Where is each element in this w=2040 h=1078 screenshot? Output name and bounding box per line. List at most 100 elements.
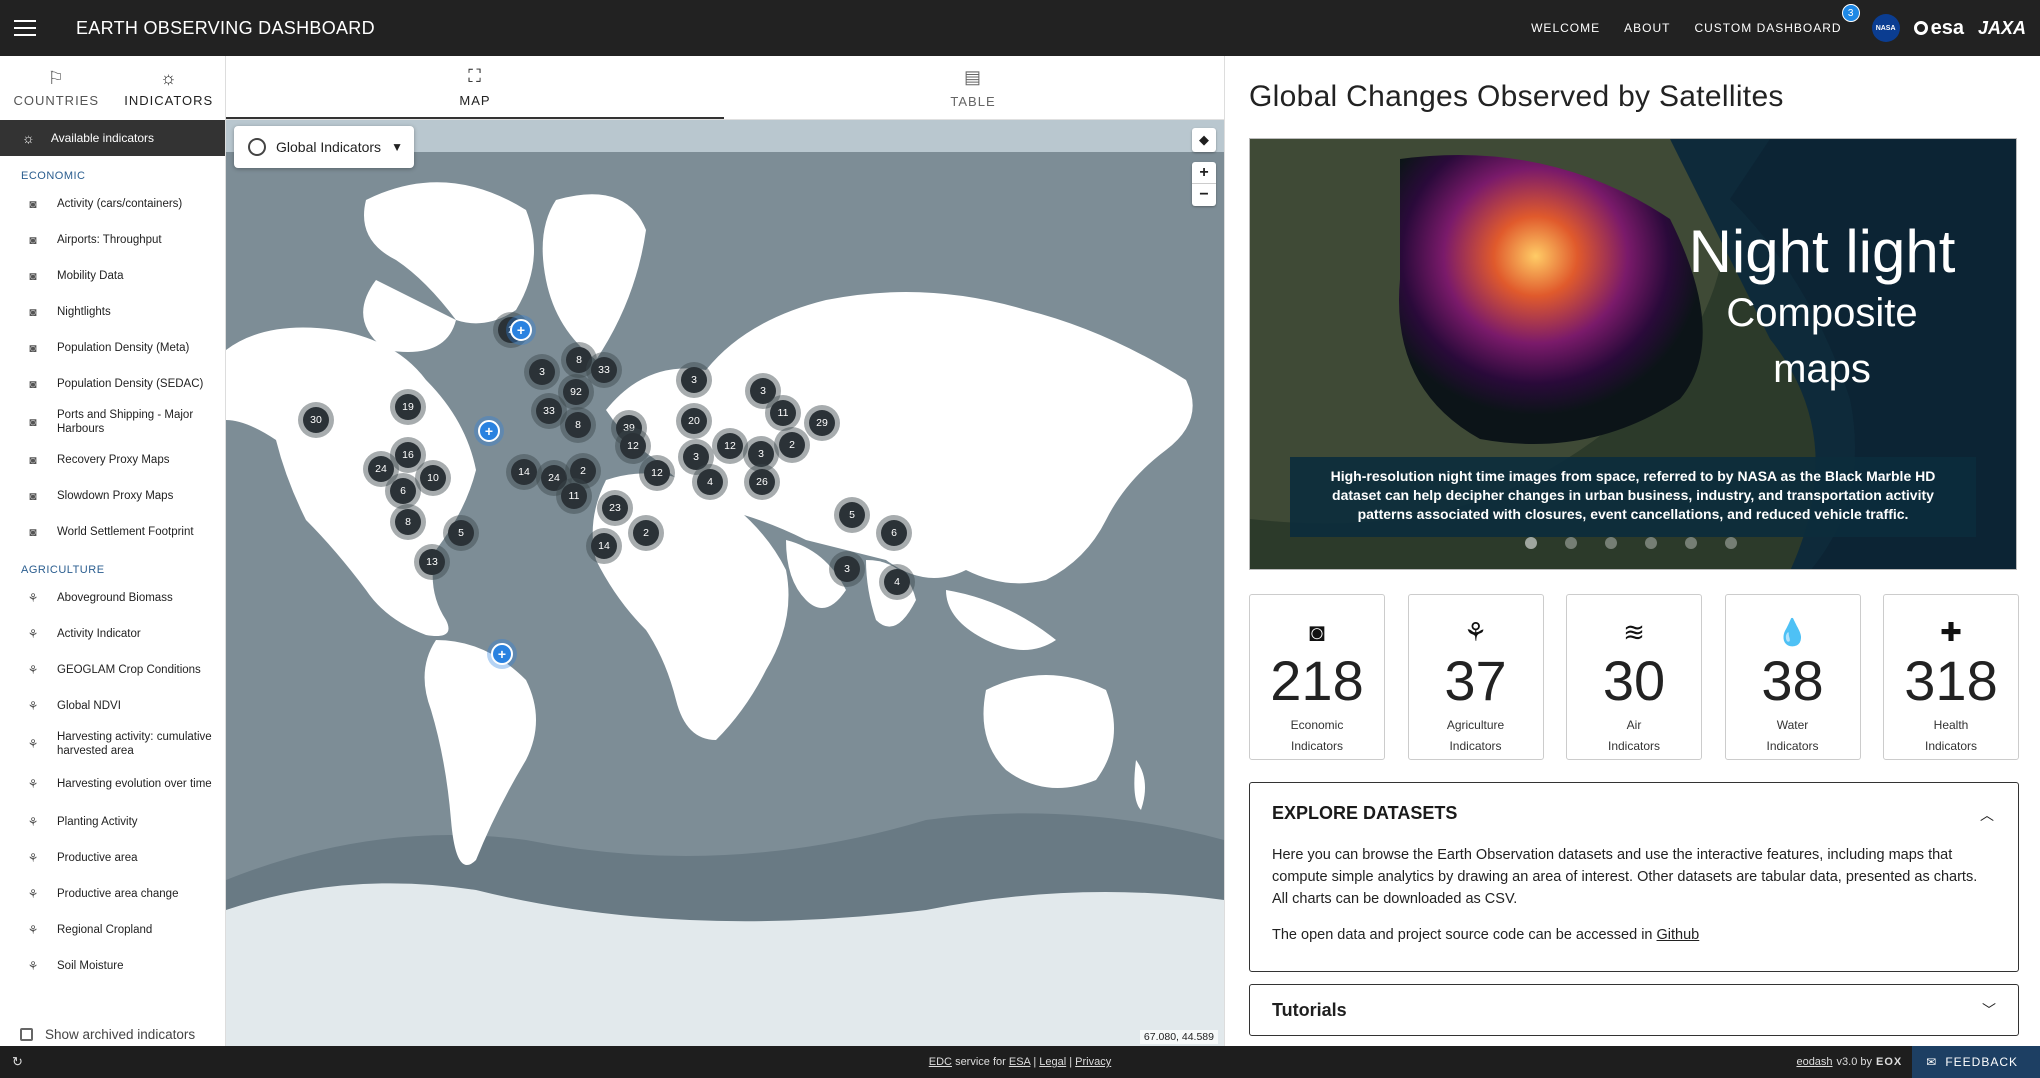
indicator-item[interactable]: ⚘ Soil Moisture: [0, 948, 225, 984]
indicator-item[interactable]: ⚘ Planting Activity: [0, 804, 225, 840]
map-cluster-marker[interactable]: 19: [395, 394, 421, 420]
legal-link[interactable]: Legal: [1039, 1056, 1066, 1068]
indicator-item[interactable]: ⚘ Activity Indicator: [0, 616, 225, 652]
map-cluster-marker[interactable]: 12: [620, 433, 646, 459]
map-cluster-marker[interactable]: 6: [881, 520, 907, 546]
map-cluster-marker[interactable]: 5: [448, 520, 474, 546]
indicator-item[interactable]: ◙ Recovery Proxy Maps: [0, 442, 225, 478]
map-cluster-marker[interactable]: 92: [563, 379, 589, 405]
indicator-item[interactable]: ◙ Mobility Data: [0, 258, 225, 294]
esa-logo[interactable]: esa: [1913, 17, 1964, 40]
map-cluster-marker[interactable]: 12: [644, 460, 670, 486]
menu-icon[interactable]: [14, 20, 36, 36]
indicator-item[interactable]: ⚘ Productive area change: [0, 876, 225, 912]
edc-link[interactable]: EDC: [929, 1056, 952, 1068]
map-cluster-marker[interactable]: 8: [566, 347, 592, 373]
zoom-out-button[interactable]: −: [1192, 184, 1216, 206]
map-cluster-marker[interactable]: 11: [770, 400, 796, 426]
map-cluster-marker[interactable]: 29: [809, 410, 835, 436]
world-map[interactable]: Global Indicators ▼ ◆ + − 67.080, 44.589…: [226, 120, 1224, 1046]
indicator-count-card[interactable]: ⚘ 37 Agriculture Indicators: [1407, 594, 1544, 760]
indicator-item[interactable]: ◙ Population Density (Meta): [0, 330, 225, 366]
nightlight-banner[interactable]: Night light Composite maps High-resoluti…: [1249, 138, 2017, 570]
map-cluster-marker[interactable]: 30: [303, 407, 329, 433]
indicator-item[interactable]: ⚘ Global NDVI: [0, 688, 225, 724]
show-archived-toggle[interactable]: Show archived indicators: [20, 1027, 195, 1042]
indicator-item[interactable]: ◙ Airports: Throughput: [0, 222, 225, 258]
map-cluster-marker[interactable]: 10: [420, 465, 446, 491]
indicator-item[interactable]: ⚘ Harvesting activity: cumulative harvest…: [0, 724, 225, 764]
zoom-in-button[interactable]: +: [1192, 162, 1216, 184]
indicator-count-card[interactable]: 💧 38 Water Indicators: [1724, 594, 1861, 760]
archived-checkbox[interactable]: [20, 1028, 33, 1041]
indicator-item[interactable]: ⚘ GEOGLAM Crop Conditions: [0, 652, 225, 688]
map-cluster-marker[interactable]: 16: [395, 442, 421, 468]
jaxa-logo[interactable]: JAXA: [1978, 18, 2026, 39]
carousel-dot[interactable]: [1725, 537, 1737, 549]
indicator-item[interactable]: ⚘ Productive area: [0, 840, 225, 876]
map-cluster-marker[interactable]: 4: [697, 469, 723, 495]
map-cluster-marker[interactable]: 8: [565, 412, 591, 438]
indicator-count-card[interactable]: ✚ 318 Health Indicators: [1883, 594, 2019, 760]
feedback-button[interactable]: ✉ FEEDBACK: [1912, 1046, 2040, 1078]
map-cluster-marker[interactable]: 14: [511, 459, 537, 485]
map-cluster-marker[interactable]: 33: [591, 357, 617, 383]
eox-logo[interactable]: EOX: [1876, 1056, 1902, 1068]
map-cluster-marker[interactable]: 2: [779, 432, 805, 458]
map-cluster-marker[interactable]: 3: [681, 367, 707, 393]
tutorials-panel[interactable]: Tutorials ﹀: [1249, 984, 2019, 1036]
nav-about[interactable]: ABOUT: [1624, 21, 1670, 35]
health-marker-icon[interactable]: +: [491, 643, 513, 665]
indicator-item[interactable]: ◙ Population Density (SEDAC): [0, 366, 225, 402]
indicator-item[interactable]: ◙ Slowdown Proxy Maps: [0, 478, 225, 514]
map-cluster-marker[interactable]: 3: [834, 556, 860, 582]
map-cluster-marker[interactable]: 2: [633, 520, 659, 546]
map-cluster-marker[interactable]: 8: [395, 509, 421, 535]
map-cluster-marker[interactable]: 4: [884, 569, 910, 595]
indicator-item[interactable]: ⚘ Regional Cropland: [0, 912, 225, 948]
health-marker-icon[interactable]: +: [510, 319, 532, 341]
carousel-dot[interactable]: [1685, 537, 1697, 549]
map-cluster-marker[interactable]: 33: [536, 398, 562, 424]
tab-indicators[interactable]: ☼ INDICATORS: [113, 56, 226, 120]
indicator-item[interactable]: ⚘ Harvesting evolution over time: [0, 764, 225, 804]
indicator-item[interactable]: ◙ Ports and Shipping - Major Harbours: [0, 402, 225, 442]
map-cluster-marker[interactable]: 23: [602, 495, 628, 521]
carousel-dot[interactable]: [1605, 537, 1617, 549]
tab-countries[interactable]: ⚐ COUNTRIES: [0, 56, 113, 120]
carousel-dot[interactable]: [1565, 537, 1577, 549]
map-cluster-marker[interactable]: 14: [591, 533, 617, 559]
map-cluster-marker[interactable]: 6: [390, 478, 416, 504]
map-cluster-marker[interactable]: 11: [561, 483, 587, 509]
map-cluster-marker[interactable]: 3: [529, 359, 555, 385]
privacy-link[interactable]: Privacy: [1075, 1056, 1111, 1068]
carousel-dot[interactable]: [1645, 537, 1657, 549]
map-cluster-marker[interactable]: 5: [839, 502, 865, 528]
map-cluster-marker[interactable]: 26: [749, 469, 775, 495]
tab-table[interactable]: ▤ TABLE: [724, 56, 1222, 119]
health-marker-icon[interactable]: +: [478, 420, 500, 442]
map-cluster-marker[interactable]: 24: [368, 456, 394, 482]
nav-custom-dashboard[interactable]: CUSTOM DASHBOARD 3: [1694, 4, 1860, 35]
indicator-item[interactable]: ◙ Activity (cars/containers): [0, 186, 225, 222]
eodash-link[interactable]: eodash: [1796, 1056, 1832, 1068]
chevron-up-icon[interactable]: ︿: [1980, 805, 1994, 825]
global-indicators-select[interactable]: Global Indicators ▼: [234, 126, 414, 168]
github-link[interactable]: Github: [1657, 927, 1700, 943]
indicator-count-card[interactable]: ≋ 30 Air Indicators: [1566, 594, 1702, 760]
map-cluster-marker[interactable]: 20: [681, 408, 707, 434]
map-cluster-marker[interactable]: 3: [748, 441, 774, 467]
map-cluster-marker[interactable]: 12: [717, 433, 743, 459]
map-cluster-marker[interactable]: 3: [683, 444, 709, 470]
nasa-logo[interactable]: NASA: [1871, 14, 1900, 42]
map-cluster-marker[interactable]: 13: [419, 549, 445, 575]
layers-icon[interactable]: ◆: [1192, 128, 1216, 152]
nav-welcome[interactable]: WELCOME: [1531, 21, 1600, 35]
carousel-dot[interactable]: [1525, 537, 1537, 549]
indicator-item[interactable]: ◙ Nightlights: [0, 294, 225, 330]
indicator-item[interactable]: ⚘ Aboveground Biomass: [0, 580, 225, 616]
refresh-icon[interactable]: ↻: [12, 1054, 23, 1070]
indicator-count-card[interactable]: ◙ 218 Economic Indicators: [1249, 594, 1385, 760]
indicator-item[interactable]: ◙ World Settlement Footprint: [0, 514, 225, 550]
tab-map[interactable]: ⛶ MAP: [226, 56, 724, 119]
